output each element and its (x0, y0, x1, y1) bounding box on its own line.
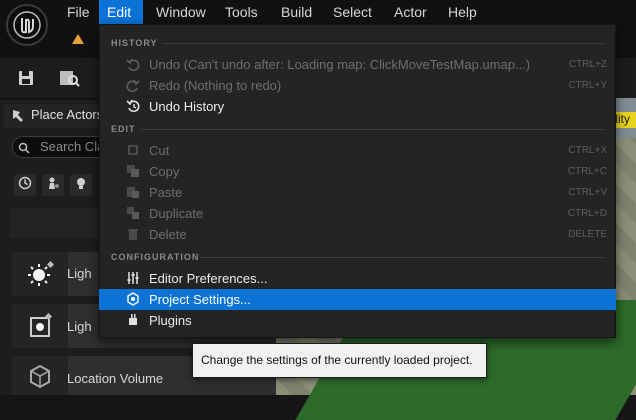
menu-item-paste-label: Paste (149, 185, 183, 200)
section-header-edit: EDIT (111, 124, 136, 134)
list-item-label: Ligh (67, 266, 92, 281)
menu-item-duplicate-shortcut: CTRL+D (567, 208, 607, 219)
menu-item-copy-label: Copy (149, 164, 180, 179)
delete-icon (125, 226, 141, 242)
menu-edit[interactable]: Edit (99, 0, 143, 24)
menu-file[interactable]: File (59, 0, 98, 24)
search-icon (18, 141, 30, 154)
list-item-label: Ligh (67, 319, 92, 334)
search-placeholder: Search Cla (40, 139, 105, 154)
section-divider (163, 43, 604, 44)
tooltip-text: Change the settings of the currently loa… (201, 353, 473, 367)
menu-item-duplicate-label: Duplicate (149, 206, 204, 221)
menu-item-undo-label: Undo (Can't undo after: Loading map: Cli… (149, 57, 531, 72)
sun-icon (12, 252, 68, 296)
project-settings-icon (125, 291, 141, 307)
menu-item-paste-shortcut: CTRL+V (568, 187, 607, 198)
duplicate-icon (125, 205, 141, 221)
place-actors-icon (10, 108, 26, 124)
browse-content-icon[interactable] (58, 66, 82, 90)
unreal-logo-icon[interactable] (6, 4, 48, 46)
history-icon (125, 98, 141, 114)
menu-actor[interactable]: Actor (386, 0, 435, 24)
redo-icon (125, 77, 141, 93)
menu-item-plugins-label: Plugins (149, 313, 192, 328)
menu-item-project-settings-label: Project Settings... (149, 292, 251, 307)
menu-item-undo-shortcut: CTRL+Z (568, 59, 607, 70)
basic-filter-button[interactable] (42, 174, 64, 196)
lights-filter-button[interactable] (70, 174, 92, 196)
menu-help[interactable]: Help (440, 0, 485, 24)
menu-item-cut[interactable] (99, 140, 616, 161)
place-actors-title: Place Actors (31, 107, 104, 122)
save-icon[interactable] (14, 66, 38, 90)
copy-icon (125, 163, 141, 179)
plugin-icon (125, 312, 141, 328)
menu-tools[interactable]: Tools (217, 0, 266, 24)
warning-icon (72, 34, 84, 44)
menu-item-redo-label: Redo (Nothing to redo) (149, 78, 282, 93)
menu-item-delete-label: Delete (149, 227, 187, 242)
menu-select[interactable]: Select (325, 0, 380, 24)
menu-item-editor-preferences-label: Editor Preferences... (149, 271, 268, 286)
section-divider (200, 257, 604, 258)
undo-icon (125, 56, 141, 72)
list-item-label: Location Volume (67, 371, 164, 386)
menu-item-delete-shortcut: DELETE (568, 229, 607, 240)
paste-icon (125, 184, 141, 200)
recent-filter-button[interactable] (14, 174, 36, 196)
cut-icon (125, 142, 141, 158)
clock-icon (18, 176, 32, 195)
section-header-history: HISTORY (111, 38, 158, 48)
section-header-configuration: CONFIGURATION (111, 252, 200, 262)
sliders-icon (125, 270, 141, 286)
menu-item-undo-history-label: Undo History (149, 99, 225, 114)
menu-window[interactable]: Window (148, 0, 214, 24)
menu-item-cut-label: Cut (149, 143, 170, 158)
menu-build[interactable]: Build (273, 0, 320, 24)
menu-item-redo-shortcut: CTRL+Y (568, 80, 607, 91)
menu-item-cut-shortcut: CTRL+X (568, 145, 607, 156)
cube-icon (12, 356, 68, 395)
menu-item-copy-shortcut: CTRL+C (567, 166, 607, 177)
pawn-icon (46, 176, 60, 195)
section-divider (142, 129, 604, 130)
lightbulb-icon (74, 176, 88, 195)
light-box-icon (12, 304, 68, 348)
